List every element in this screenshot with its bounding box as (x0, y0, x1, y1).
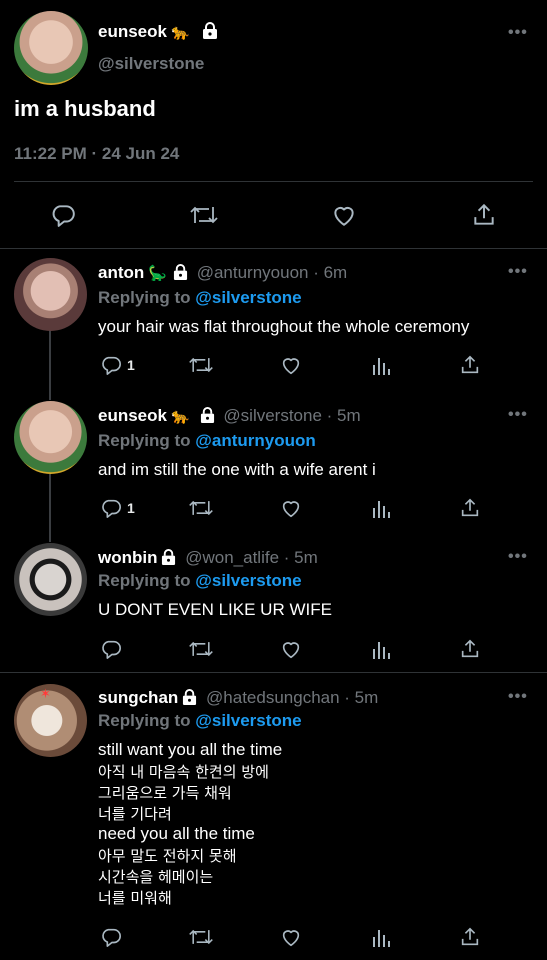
thread-line (49, 330, 51, 400)
avatar[interactable] (14, 543, 87, 616)
reply-icon[interactable] (99, 925, 123, 949)
divider (14, 181, 533, 182)
reply-count: 1 (127, 500, 135, 516)
retweet-icon[interactable] (188, 637, 214, 661)
tweet-timestamp[interactable]: 11:22 PM · 24 Jun 24 (14, 144, 179, 164)
lock-icon (200, 407, 215, 428)
reply-text-line: 아무 말도 전하지 못해 (98, 847, 237, 865)
replying-to: Replying to @silverstone (98, 571, 302, 590)
lock-icon (161, 549, 176, 570)
analytics-icon[interactable] (369, 637, 393, 661)
author-handle[interactable]: @hatedsungchan (206, 688, 340, 707)
reply-text-line: 그리움으로 가득 채워 (98, 784, 232, 802)
tweet-text: im a husband (14, 96, 156, 121)
reply-count: 1 (127, 357, 135, 373)
reply-icon[interactable] (99, 353, 123, 377)
reply-text: and im still the one with a wife arent i (98, 460, 376, 479)
reply-time: 5m (337, 406, 361, 425)
like-icon[interactable] (279, 496, 303, 520)
reply-time: 5m (294, 548, 318, 567)
avatar[interactable] (14, 11, 88, 85)
reply-time: 6m (323, 263, 348, 282)
reply-text-line: 너를 미워해 (98, 889, 172, 907)
reply-icon[interactable] (99, 637, 123, 661)
retweet-icon[interactable] (188, 925, 214, 949)
share-icon[interactable] (458, 353, 482, 377)
replying-to-link[interactable]: @silverstone (195, 711, 301, 730)
like-icon[interactable] (279, 925, 303, 949)
share-icon[interactable] (458, 637, 482, 661)
replying-to-link[interactable]: @silverstone (195, 571, 301, 590)
share-icon[interactable] (469, 201, 499, 229)
author-handle[interactable]: @anturnyouon (197, 263, 309, 282)
lock-icon (173, 264, 188, 285)
reply-time: 5m (354, 688, 379, 707)
divider (0, 672, 547, 673)
share-icon[interactable] (458, 496, 482, 520)
reply-header: anton 🦕 @anturnyouon · 6m (98, 263, 347, 285)
like-icon[interactable] (279, 637, 303, 661)
author-name[interactable]: sungchan (98, 688, 178, 707)
author-name[interactable]: anton (98, 263, 144, 282)
author-name[interactable]: wonbin (98, 548, 157, 567)
dinosaur-emoji: 🦕 (148, 265, 167, 282)
author-handle[interactable]: @silverstone (223, 406, 322, 425)
retweet-icon[interactable] (188, 496, 214, 520)
avatar[interactable] (14, 258, 87, 331)
reply-header: sungchan @hatedsungchan · 5m (98, 688, 378, 710)
divider (0, 248, 547, 249)
more-icon[interactable]: ••• (508, 406, 528, 424)
retweet-icon[interactable] (188, 201, 220, 229)
more-icon[interactable]: ••• (508, 548, 528, 566)
reply-header: wonbin @won_atlife · 5m (98, 548, 318, 570)
more-icon[interactable]: ••• (508, 24, 528, 42)
analytics-icon[interactable] (369, 353, 393, 377)
lock-icon (182, 689, 197, 710)
analytics-icon[interactable] (369, 925, 393, 949)
replying-to: Replying to @anturnyouon (98, 431, 316, 450)
reply-icon[interactable] (48, 201, 78, 229)
author-name[interactable]: eunseok (98, 406, 167, 425)
share-icon[interactable] (458, 925, 482, 949)
author-handle[interactable]: @silverstone (98, 54, 204, 74)
reply-text-line: still want you all the time (98, 740, 283, 759)
reply-text: your hair was flat throughout the whole … (98, 317, 470, 336)
like-icon[interactable] (279, 353, 303, 377)
replying-to-link[interactable]: @silverstone (195, 288, 301, 307)
replying-to: Replying to @silverstone (98, 711, 302, 730)
reply-text-line: 시간속을 헤메이는 (98, 868, 214, 886)
sticker-icon: ✶ (40, 686, 51, 701)
author-name[interactable]: eunseok 🐆 (98, 22, 218, 44)
more-icon[interactable]: ••• (508, 263, 528, 281)
avatar[interactable] (14, 401, 87, 474)
reply-icon[interactable] (99, 496, 123, 520)
replying-to: Replying to @silverstone (98, 288, 302, 307)
thread-line (49, 474, 51, 542)
reply-header: eunseok 🐆 @silverstone · 5m (98, 406, 361, 428)
reply-text-line: 너를 기다려 (98, 805, 172, 823)
reply-text-line: 아직 내 마음속 한켠의 방에 (98, 763, 269, 781)
more-icon[interactable]: ••• (508, 688, 528, 706)
leopard-emoji: 🐆 (170, 24, 190, 41)
retweet-icon[interactable] (188, 353, 214, 377)
reply-text-line: need you all the time (98, 824, 255, 843)
leopard-emoji: 🐆 (170, 408, 190, 425)
author-handle[interactable]: @won_atlife (185, 548, 279, 567)
like-icon[interactable] (329, 201, 359, 229)
lock-icon (202, 22, 218, 44)
replying-to-link[interactable]: @anturnyouon (195, 431, 315, 450)
reply-text: U DONT EVEN LIKE UR WIFE (98, 600, 332, 619)
analytics-icon[interactable] (369, 496, 393, 520)
